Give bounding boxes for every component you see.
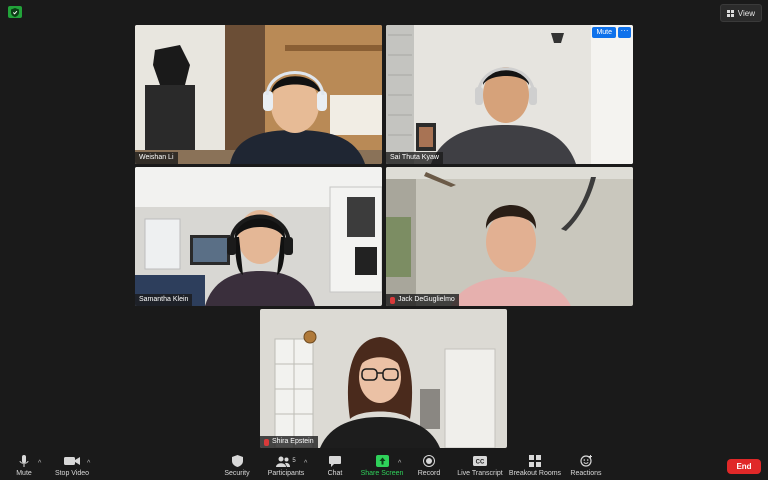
participant-name: Sai Thuta Kyaw [390, 154, 439, 161]
security-button[interactable]: Security [214, 454, 260, 480]
participants-button[interactable]: 5 Participants [263, 454, 309, 480]
mute-label: Mute [16, 470, 32, 477]
people-icon: 5 [276, 454, 296, 468]
live-transcript-button[interactable]: CC Live Transcript [455, 454, 505, 480]
reactions-label: Reactions [570, 470, 602, 477]
stop-video-label: Stop Video [54, 470, 90, 477]
participant-nameplate: Jack DeGuglielmo [386, 294, 459, 306]
participant-name: Shira Epstein [272, 438, 314, 445]
participant-video [135, 167, 382, 306]
meeting-toolbar: Mute ^ Stop Video ^ Security 5 Participa… [0, 453, 768, 480]
share-screen-label: Share Screen [360, 470, 404, 477]
chat-button[interactable]: Chat [312, 454, 358, 480]
record-label: Record [417, 470, 441, 477]
record-icon [423, 454, 435, 468]
security-label: Security [224, 470, 250, 477]
participant-video [386, 167, 633, 306]
muted-mic-icon [390, 296, 395, 304]
participant-name: Jack DeGuglielmo [398, 296, 455, 303]
share-screen-icon [375, 454, 389, 468]
video-tile-shira-epstein[interactable]: Shira Epstein [260, 309, 507, 448]
tile-controls: Mute ··· [592, 27, 631, 38]
more-options-button[interactable]: ··· [618, 27, 631, 38]
participants-options-caret-icon[interactable]: ^ [304, 460, 307, 467]
mute-button[interactable]: Mute [1, 454, 47, 480]
view-label: View [737, 8, 755, 18]
video-options-caret-icon[interactable]: ^ [87, 460, 90, 467]
meeting-stage: View Weishan Li Mute ··· Sai Thuta Kyaw … [0, 0, 768, 453]
svg-text:CC: CC [476, 460, 485, 466]
breakout-rooms-button[interactable]: Breakout Rooms [508, 454, 562, 480]
shield-icon [231, 454, 243, 468]
mute-participant-button[interactable]: Mute [592, 27, 616, 38]
participant-name: Samantha Klein [139, 296, 189, 303]
participant-nameplate: Shira Epstein [260, 436, 318, 448]
view-button[interactable]: View [719, 4, 762, 22]
smiley-plus-icon [579, 454, 593, 468]
video-tile-samantha-klein[interactable]: Samantha Klein [135, 167, 382, 306]
grid-icon [726, 9, 734, 17]
video-camera-icon [64, 454, 80, 468]
participant-video [260, 309, 507, 448]
share-screen-button[interactable]: Share Screen [356, 454, 408, 480]
breakout-grid-icon [529, 454, 541, 468]
muted-mic-icon [264, 438, 269, 446]
participants-label: Participants [267, 470, 305, 477]
encryption-shield-icon[interactable] [8, 6, 22, 18]
participant-name: Weishan Li [139, 154, 174, 161]
audio-options-caret-icon[interactable]: ^ [38, 460, 41, 467]
participant-nameplate: Sai Thuta Kyaw [386, 152, 443, 164]
reactions-button[interactable]: Reactions [563, 454, 609, 480]
breakout-rooms-label: Breakout Rooms [508, 470, 562, 477]
participant-nameplate: Weishan Li [135, 152, 178, 164]
end-meeting-button[interactable]: End [727, 459, 761, 474]
participant-video [386, 25, 633, 164]
video-tile-sai-thuta-kyaw[interactable]: Mute ··· Sai Thuta Kyaw [386, 25, 633, 164]
stop-video-button[interactable]: Stop Video [49, 454, 95, 480]
video-tile-weishan-li[interactable]: Weishan Li [135, 25, 382, 164]
microphone-icon [19, 454, 29, 468]
live-transcript-label: Live Transcript [457, 470, 503, 477]
participants-count: 5 [292, 458, 296, 464]
video-tile-jack-deguglielmo[interactable]: Jack DeGuglielmo [386, 167, 633, 306]
participant-video [135, 25, 382, 164]
chat-label: Chat [327, 470, 343, 477]
chat-bubble-icon [329, 454, 341, 468]
share-options-caret-icon[interactable]: ^ [398, 460, 401, 467]
participant-nameplate: Samantha Klein [135, 294, 193, 306]
closed-captions-icon: CC [473, 454, 487, 468]
record-button[interactable]: Record [406, 454, 452, 480]
